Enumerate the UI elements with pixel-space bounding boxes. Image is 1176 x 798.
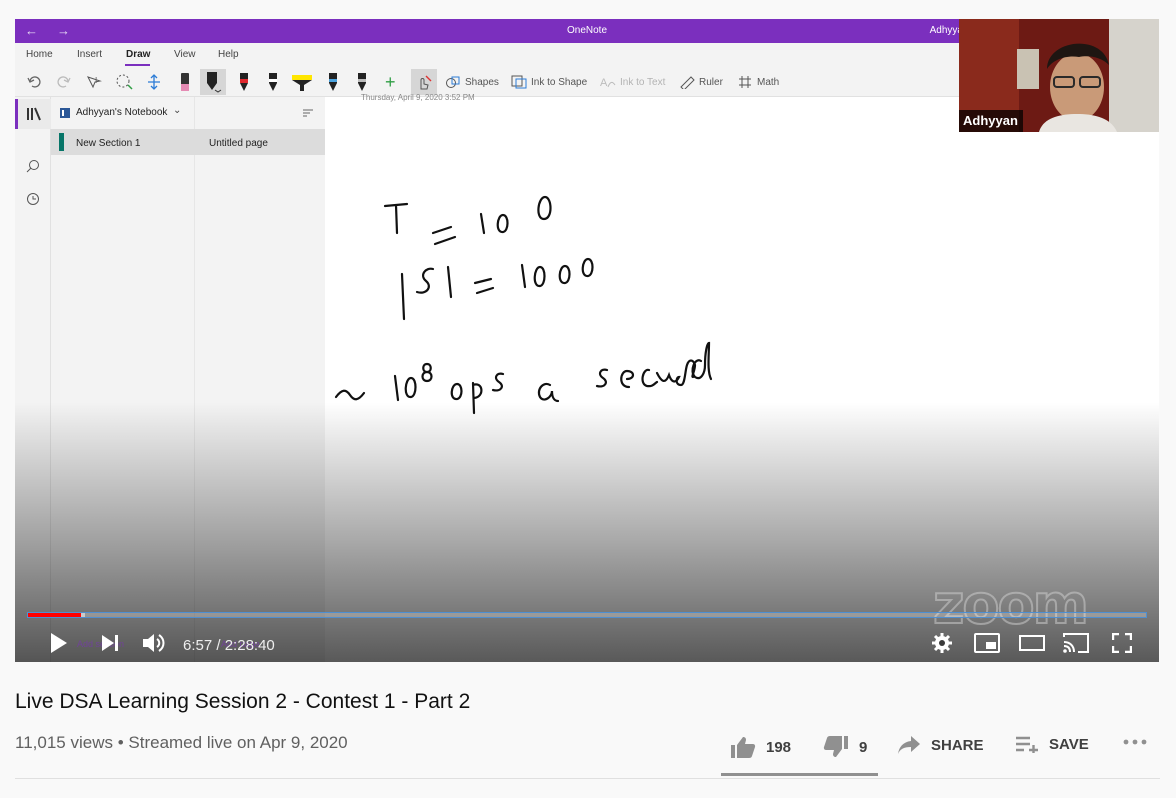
like-button[interactable]: 198 bbox=[730, 735, 791, 759]
progress-bar[interactable] bbox=[27, 609, 1147, 621]
like-count: 198 bbox=[766, 738, 792, 756]
settings-button[interactable] bbox=[927, 629, 957, 657]
thumbs-down-icon bbox=[823, 736, 848, 757]
dislike-button[interactable]: 9 bbox=[823, 735, 867, 759]
player-controls: 6:57 / 2:28:40 bbox=[15, 625, 1159, 661]
meta-separator: • bbox=[117, 733, 124, 752]
theater-mode-button[interactable] bbox=[1017, 629, 1047, 657]
webcam-name-label: Adhyyan bbox=[959, 110, 1023, 132]
fullscreen-icon bbox=[1112, 633, 1132, 653]
ink-line-2 bbox=[400, 257, 594, 321]
share-button[interactable]: SHARE bbox=[897, 735, 984, 755]
video-title: Live DSA Learning Session 2 - Contest 1 … bbox=[15, 690, 471, 713]
next-button[interactable] bbox=[95, 629, 125, 657]
miniplayer-icon bbox=[974, 633, 1000, 653]
add-to-playlist-icon bbox=[1016, 736, 1038, 753]
progress-played bbox=[28, 613, 81, 617]
ink-line-1 bbox=[383, 195, 552, 246]
miniplayer-button[interactable] bbox=[972, 629, 1002, 657]
time-total: 2:28:40 bbox=[224, 637, 275, 654]
dislike-count: 9 bbox=[859, 738, 868, 756]
time-current: 6:57 bbox=[183, 637, 213, 654]
next-icon bbox=[102, 635, 118, 651]
share-arrow-icon bbox=[898, 736, 920, 754]
time-separator: / bbox=[216, 637, 225, 654]
volume-icon bbox=[143, 634, 165, 652]
gear-icon bbox=[932, 633, 952, 653]
save-button[interactable]: SAVE bbox=[1015, 735, 1089, 753]
cast-icon bbox=[1063, 633, 1089, 653]
thumbs-up-icon bbox=[731, 737, 756, 758]
more-horizontal-icon bbox=[1123, 739, 1147, 745]
video-player[interactable]: ← → OneNote Adhyya Home Insert Draw View… bbox=[15, 19, 1159, 662]
fullscreen-button[interactable] bbox=[1107, 629, 1137, 657]
volume-button[interactable] bbox=[139, 629, 169, 657]
theater-mode-icon bbox=[1019, 635, 1045, 651]
video-meta: 11,015 views • Streamed live on Apr 9, 2… bbox=[15, 733, 348, 753]
more-actions-button[interactable] bbox=[1122, 738, 1158, 746]
sentiment-liked bbox=[721, 773, 872, 776]
play-icon bbox=[51, 633, 67, 653]
speaker-webcam: Adhyyan bbox=[959, 19, 1159, 132]
ink-line-3 bbox=[334, 341, 713, 415]
progress-track bbox=[27, 612, 1147, 618]
share-label: SHARE bbox=[931, 736, 984, 754]
time-display: 6:57 / 2:28:40 bbox=[183, 637, 275, 654]
sentiment-bar bbox=[721, 773, 878, 776]
save-label: SAVE bbox=[1049, 735, 1089, 753]
stream-date: Streamed live on Apr 9, 2020 bbox=[128, 733, 348, 752]
view-count: 11,015 views bbox=[15, 733, 113, 752]
play-button[interactable] bbox=[43, 629, 73, 657]
cast-button[interactable] bbox=[1061, 629, 1091, 657]
divider bbox=[15, 778, 1160, 779]
